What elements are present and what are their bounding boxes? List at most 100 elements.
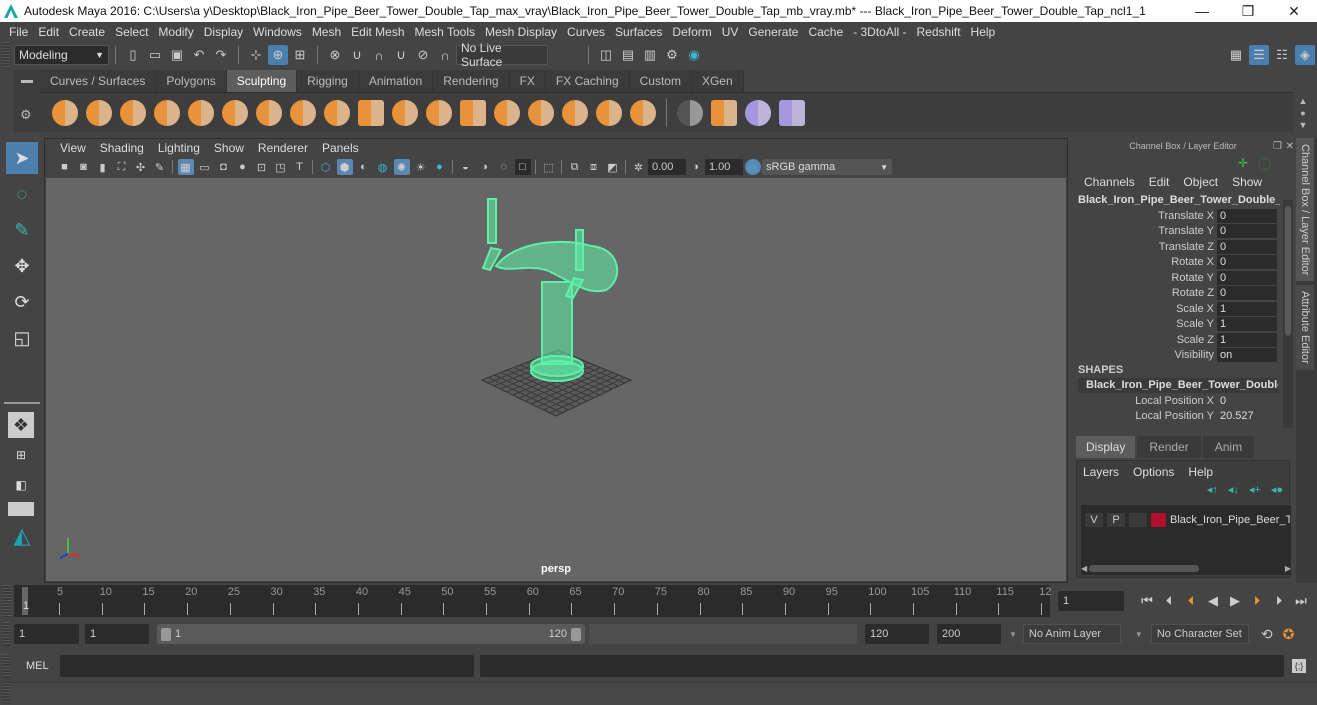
layer-color-swatch[interactable] — [1151, 513, 1166, 527]
close-button[interactable]: ✕ — [1271, 0, 1317, 22]
viewport-menu-show[interactable]: Show — [207, 141, 251, 155]
layer-tab-render[interactable]: Render — [1137, 436, 1201, 458]
scroll-right-icon[interactable]: ▶ — [1285, 564, 1291, 573]
menu-display[interactable]: Display — [199, 25, 248, 39]
color-space-dropdown[interactable]: sRGB gamma ▼ — [762, 159, 892, 175]
timeline-grip[interactable] — [2, 585, 12, 617]
render-settings-icon[interactable]: ⚙ — [662, 45, 682, 65]
cb-object-name[interactable]: Black_Iron_Pipe_Beer_Tower_Double_T... — [1072, 192, 1280, 208]
new-empty-layer-icon[interactable]: ◂+ — [1249, 483, 1261, 496]
shelf-tab-animation[interactable]: Animation — [358, 70, 434, 92]
step-back-key-icon[interactable]: ⏴ — [1180, 593, 1202, 609]
cb-scroll-thumb[interactable] — [1285, 206, 1291, 336]
open-scene-icon[interactable]: ▭ — [145, 45, 165, 65]
anti-aliasing-icon[interactable]: ◑ — [477, 159, 493, 175]
color-management-icon[interactable]: ◎ — [744, 159, 761, 175]
ambient-occlusion-icon[interactable]: ● — [432, 159, 448, 175]
start-time-field[interactable]: 1 — [14, 624, 79, 644]
menu-help[interactable]: Help — [966, 25, 1001, 39]
cb-attribute-row[interactable]: Translate Y0 — [1072, 224, 1294, 240]
2d-pan-zoom-icon[interactable]: ✣ — [133, 159, 149, 175]
menu-file[interactable]: File — [4, 25, 33, 39]
menu-curves[interactable]: Curves — [562, 25, 610, 39]
select-hierarchy-icon[interactable]: ⊹ — [246, 45, 266, 65]
menu-cache[interactable]: Cache — [803, 25, 848, 39]
exposure-field[interactable]: 0.00 — [648, 159, 686, 175]
scrape-tool-icon[interactable] — [426, 99, 452, 126]
redo-icon[interactable]: ↷ — [211, 45, 231, 65]
motion-blur-icon[interactable]: ◒ — [458, 159, 474, 175]
menu-surfaces[interactable]: Surfaces — [610, 25, 667, 39]
cb-attribute-row[interactable]: Local Position Y 20.527 — [1072, 409, 1294, 425]
pinch-tool-icon[interactable] — [188, 99, 214, 126]
cb-attribute-value[interactable]: 0 — [1217, 224, 1277, 239]
cb-attribute-value[interactable]: 0 — [1217, 208, 1277, 223]
shelf-tab-xgen[interactable]: XGen — [691, 70, 744, 92]
menu-edit-mesh[interactable]: Edit Mesh — [346, 25, 409, 39]
new-scene-icon[interactable]: ▯ — [123, 45, 143, 65]
step-back-frame-icon[interactable]: ⏴ — [1158, 593, 1180, 609]
shelf-tab-curves-surfaces[interactable]: Curves / Surfaces — [40, 70, 157, 92]
grip-handle[interactable] — [2, 683, 10, 703]
cb-attribute-row[interactable]: Scale Y1 — [1072, 317, 1294, 333]
cb-attribute-row[interactable]: Visibility on — [1072, 348, 1294, 364]
freeze-tool-icon[interactable] — [630, 99, 656, 126]
move-tool-icon[interactable]: ✥ — [6, 250, 38, 282]
paint-select-tool-icon[interactable]: ✎ — [6, 214, 38, 246]
time-slider[interactable]: 1 5 10 15 20 25 30 35 40 45 50 55 60 65 70 75 80 85 90 95 1… — [14, 585, 1051, 617]
cb-attribute-value[interactable]: 0 — [1217, 394, 1277, 408]
menu-modify[interactable]: Modify — [153, 25, 198, 39]
cb-attribute-row[interactable]: Local Position X0 — [1072, 393, 1294, 409]
save-scene-icon[interactable]: ▣ — [167, 45, 187, 65]
playback-start-field[interactable]: 1 — [85, 624, 149, 644]
viewport-menu-view[interactable]: View — [53, 141, 93, 155]
snap-grid-icon[interactable]: ⊗ — [325, 45, 345, 65]
snap-magnet-icon[interactable]: ∩ — [435, 45, 455, 65]
menu-deform[interactable]: Deform — [667, 25, 716, 39]
wireframe-icon[interactable]: ⬡ — [318, 159, 334, 175]
stacked-layout-icon[interactable] — [8, 502, 34, 516]
spray-tool-icon[interactable] — [290, 99, 316, 126]
select-object-icon[interactable]: ⊕ — [268, 45, 288, 65]
scale-tool-icon[interactable]: ◱ — [6, 322, 38, 354]
cb-attribute-row[interactable]: Translate Z0 — [1072, 239, 1294, 255]
layer-row[interactable]: V P Black_Iron_Pipe_Beer_Tower_Double_Ta… — [1081, 511, 1291, 529]
layer-display-type-toggle[interactable] — [1129, 513, 1147, 527]
safe-action-icon[interactable]: ◳ — [273, 159, 289, 175]
layer-visibility-toggle[interactable]: V — [1085, 513, 1103, 527]
backface-culling-icon[interactable]: ◩ — [605, 159, 621, 175]
layer-name[interactable]: Black_Iron_Pipe_Beer_Tower_Double_Tap — [1170, 514, 1290, 526]
mudbox-update-icon[interactable] — [779, 99, 805, 126]
menu-select[interactable]: Select — [110, 25, 153, 39]
four-view-layout-icon[interactable]: ⊞ — [8, 442, 34, 468]
layer-tab-anim[interactable]: Anim — [1202, 436, 1255, 458]
sculpt-tool-icon[interactable] — [52, 99, 78, 126]
select-component-icon[interactable]: ⊞ — [290, 45, 310, 65]
shelf-scrollbar[interactable]: ▲ ● ▼ — [1297, 95, 1309, 131]
repeat-tool-icon[interactable] — [324, 99, 350, 126]
menu-edit[interactable]: Edit — [33, 25, 64, 39]
side-by-side-layout-icon[interactable]: ◧ — [8, 472, 34, 498]
shelf-tab-rendering[interactable]: Rendering — [433, 70, 510, 92]
shelf-tab-fx[interactable]: FX — [509, 70, 546, 92]
tool-settings-icon[interactable]: ☷ — [1272, 45, 1292, 65]
script-language-toggle[interactable]: MEL — [14, 660, 60, 672]
command-input[interactable] — [60, 655, 474, 677]
range-end-handle[interactable] — [571, 627, 581, 641]
safe-title-icon[interactable]: T — [292, 159, 308, 175]
shadows-icon[interactable]: ☀ — [413, 159, 429, 175]
grip-handle[interactable] — [2, 622, 10, 646]
side-tab-attribute-editor[interactable]: Attribute Editor — [1296, 285, 1314, 371]
select-tool-icon[interactable]: ➤ — [6, 142, 38, 174]
cb-attribute-row[interactable]: Rotate Y0 — [1072, 270, 1294, 286]
anim-layer-chevron-icon[interactable]: ▼ — [1009, 630, 1017, 639]
move-layer-down-icon[interactable]: ◂↓ — [1228, 483, 1239, 496]
smear-tool-icon[interactable] — [528, 99, 554, 126]
wireframe-on-shaded-icon[interactable]: ◐ — [356, 159, 372, 175]
snap-curve-icon[interactable]: ∪ — [347, 45, 367, 65]
cb-attribute-row[interactable]: Translate X0 — [1072, 208, 1294, 224]
grip-handle[interactable] — [2, 42, 10, 68]
float-panel-icon[interactable]: ❐ — [1273, 141, 1282, 152]
attribute-editor-toggle-icon[interactable]: ☰ — [1249, 45, 1269, 65]
play-backwards-icon[interactable]: ◀ — [1202, 593, 1224, 609]
